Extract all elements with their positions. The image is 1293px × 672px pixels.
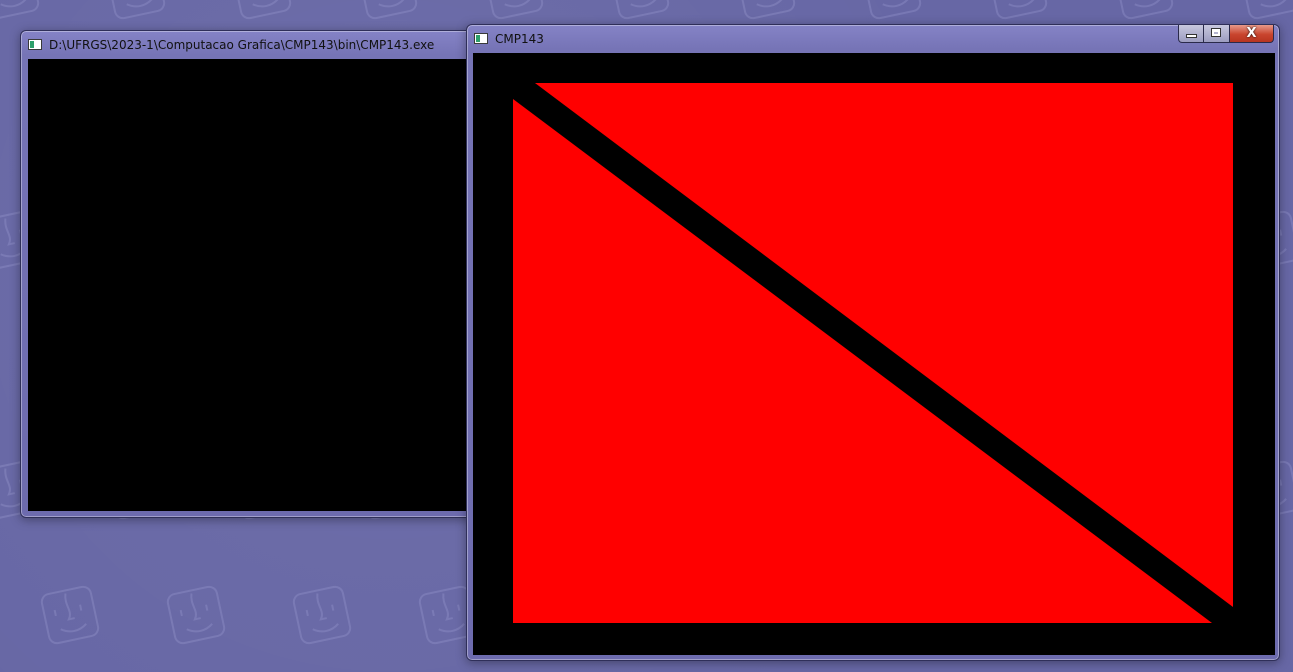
graphics-window[interactable]: CMP143 X xyxy=(466,24,1280,661)
finder-face-icon xyxy=(484,0,544,20)
finder-face-icon xyxy=(292,585,352,645)
finder-face-icon xyxy=(166,585,226,645)
console-window-title: D:\UFRGS\2023-1\Computacao Grafica\CMP14… xyxy=(49,38,435,52)
minimize-icon xyxy=(1187,35,1196,37)
window-app-icon xyxy=(474,33,488,44)
maximize-button[interactable] xyxy=(1204,25,1230,43)
console-titlebar[interactable]: D:\UFRGS\2023-1\Computacao Grafica\CMP14… xyxy=(21,31,479,59)
finder-face-icon xyxy=(40,585,100,645)
finder-face-icon xyxy=(1240,0,1293,20)
finder-face-icon xyxy=(862,0,922,20)
finder-face-icon xyxy=(736,0,796,20)
close-button[interactable]: X xyxy=(1230,25,1274,43)
finder-face-icon xyxy=(1114,0,1174,20)
finder-face-icon xyxy=(0,0,40,20)
finder-face-icon xyxy=(358,0,418,20)
finder-face-icon xyxy=(106,0,166,20)
graphics-titlebar[interactable]: CMP143 X xyxy=(467,25,1279,53)
minimize-button[interactable] xyxy=(1178,25,1204,43)
finder-face-icon xyxy=(232,0,292,20)
render-canvas[interactable] xyxy=(473,53,1275,655)
graphics-window-title: CMP143 xyxy=(495,32,544,46)
console-output-area[interactable] xyxy=(28,59,473,511)
window-controls: X xyxy=(1178,25,1274,45)
desktop: D:\UFRGS\2023-1\Computacao Grafica\CMP14… xyxy=(0,0,1293,672)
maximize-icon xyxy=(1211,28,1221,37)
close-icon: X xyxy=(1246,26,1257,41)
console-window[interactable]: D:\UFRGS\2023-1\Computacao Grafica\CMP14… xyxy=(20,30,480,518)
finder-face-icon xyxy=(610,0,670,20)
finder-face-icon xyxy=(988,0,1048,20)
render-svg xyxy=(513,83,1233,623)
console-app-icon xyxy=(28,39,42,50)
